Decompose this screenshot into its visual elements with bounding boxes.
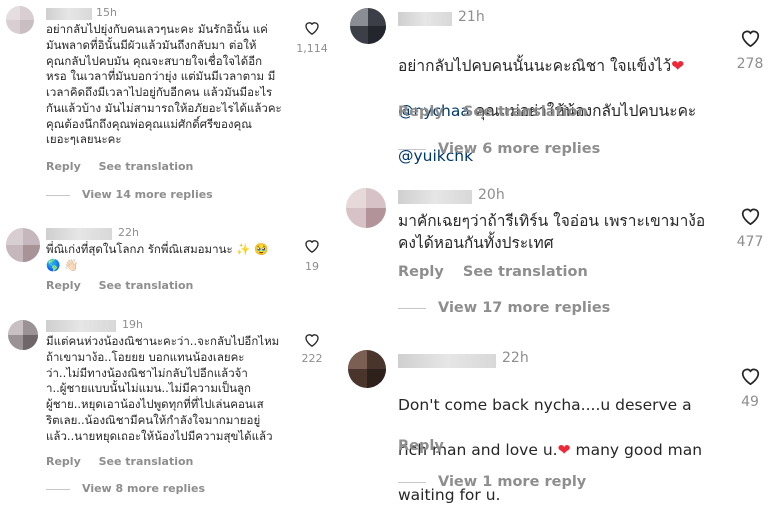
like-count: 49 xyxy=(741,394,759,410)
timestamp: 21h xyxy=(458,9,485,25)
avatar[interactable] xyxy=(350,8,386,44)
heart-outline-icon[interactable] xyxy=(740,366,761,385)
view-more-replies-button[interactable]: View 1 more reply xyxy=(398,474,586,490)
avatar[interactable] xyxy=(8,320,38,350)
comment-text: มาคักเฉยๆว่าถ้ารีเทิร์น ใจอ่อน เพราะเขาม… xyxy=(398,212,706,253)
avatar[interactable] xyxy=(6,228,40,262)
see-translation-button[interactable]: See translation xyxy=(99,160,194,173)
comment-actions: Reply xyxy=(398,438,458,454)
comment-actions: Reply See translation xyxy=(46,160,207,173)
timestamp: 20h xyxy=(478,187,505,203)
comment-text-part: อย่ากลับไปคบคนนั้นนะคะณิชา ใจแข็งไว้ xyxy=(398,57,672,76)
divider-dash xyxy=(398,481,426,483)
like-count: 19 xyxy=(305,260,319,273)
view-replies-label: View 1 more reply xyxy=(438,474,587,490)
like-count: 222 xyxy=(301,352,323,365)
username-blurred[interactable] xyxy=(46,8,92,20)
avatar[interactable] xyxy=(348,350,386,388)
timestamp: 22h xyxy=(118,226,139,239)
heart-outline-icon[interactable] xyxy=(304,238,320,253)
reply-button[interactable]: Reply xyxy=(398,438,444,454)
see-translation-button[interactable]: See translation xyxy=(463,264,588,280)
divider-dash xyxy=(46,488,70,490)
comment-actions: Reply See translation xyxy=(46,279,207,292)
see-translation-button[interactable]: See translation xyxy=(99,455,194,468)
view-replies-label: View 6 more replies xyxy=(438,141,601,157)
comment-text-part: Don't come back nycha....u deserve a xyxy=(398,396,692,415)
reply-button[interactable]: Reply xyxy=(46,455,81,468)
like-count: 1,114 xyxy=(296,42,328,55)
comment-text: พี่ณิเก่งที่สุดในโลกภ รักพี่ณิเสมอมานะ ✨… xyxy=(46,242,269,272)
heart-outline-icon[interactable] xyxy=(304,20,320,35)
reply-button[interactable]: Reply xyxy=(46,279,81,292)
reply-button[interactable]: Reply xyxy=(398,264,444,280)
timestamp: 22h xyxy=(502,350,529,366)
view-more-replies-button[interactable]: View 14 more replies xyxy=(46,188,213,201)
view-more-replies-button[interactable]: View 8 more replies xyxy=(46,482,205,495)
heart-outline-icon[interactable] xyxy=(740,28,761,47)
username-blurred[interactable] xyxy=(398,354,496,368)
view-replies-label: View 14 more replies xyxy=(82,188,213,201)
view-more-replies-button[interactable]: View 6 more replies xyxy=(398,141,600,157)
reply-button[interactable]: Reply xyxy=(398,104,444,120)
divider-dash xyxy=(398,148,426,150)
username-blurred[interactable] xyxy=(398,190,472,204)
timestamp: 19h xyxy=(122,318,143,331)
comment-actions: Reply See translation xyxy=(398,104,602,120)
avatar[interactable] xyxy=(6,6,34,34)
see-translation-button[interactable]: See translation xyxy=(99,279,194,292)
comment-text: มีแต่คนห่วงน้องณิชานะคะว่า..จะกลับไปอีกไ… xyxy=(46,334,280,443)
view-replies-label: View 17 more replies xyxy=(438,300,611,316)
see-translation-button[interactable]: See translation xyxy=(463,104,588,120)
view-more-replies-button[interactable]: View 17 more replies xyxy=(398,300,610,316)
divider-dash xyxy=(398,307,426,309)
view-replies-label: View 8 more replies xyxy=(82,482,206,495)
heart-outline-icon[interactable] xyxy=(304,332,320,347)
like-count: 477 xyxy=(736,234,764,250)
red-heart-emoji-icon: ❤ xyxy=(557,441,571,460)
red-heart-emoji-icon: ❤ xyxy=(671,57,685,76)
comment-text: อย่ากลับไปยุ่งกับคนเลวๆนะคะ มันรักอินั้น… xyxy=(46,22,282,147)
username-blurred[interactable] xyxy=(46,320,116,332)
timestamp: 15h xyxy=(96,6,117,19)
avatar[interactable] xyxy=(346,188,386,228)
divider-dash xyxy=(46,194,70,196)
like-count: 278 xyxy=(736,56,764,72)
comment-actions: Reply See translation xyxy=(46,455,207,468)
panel-gap xyxy=(334,0,342,515)
username-blurred[interactable] xyxy=(46,228,112,240)
heart-outline-icon[interactable] xyxy=(740,206,761,225)
comment-text-part: many good man xyxy=(570,441,703,460)
username-blurred[interactable] xyxy=(398,12,452,26)
reply-button[interactable]: Reply xyxy=(46,160,81,173)
comment-actions: Reply See translation xyxy=(398,264,602,280)
